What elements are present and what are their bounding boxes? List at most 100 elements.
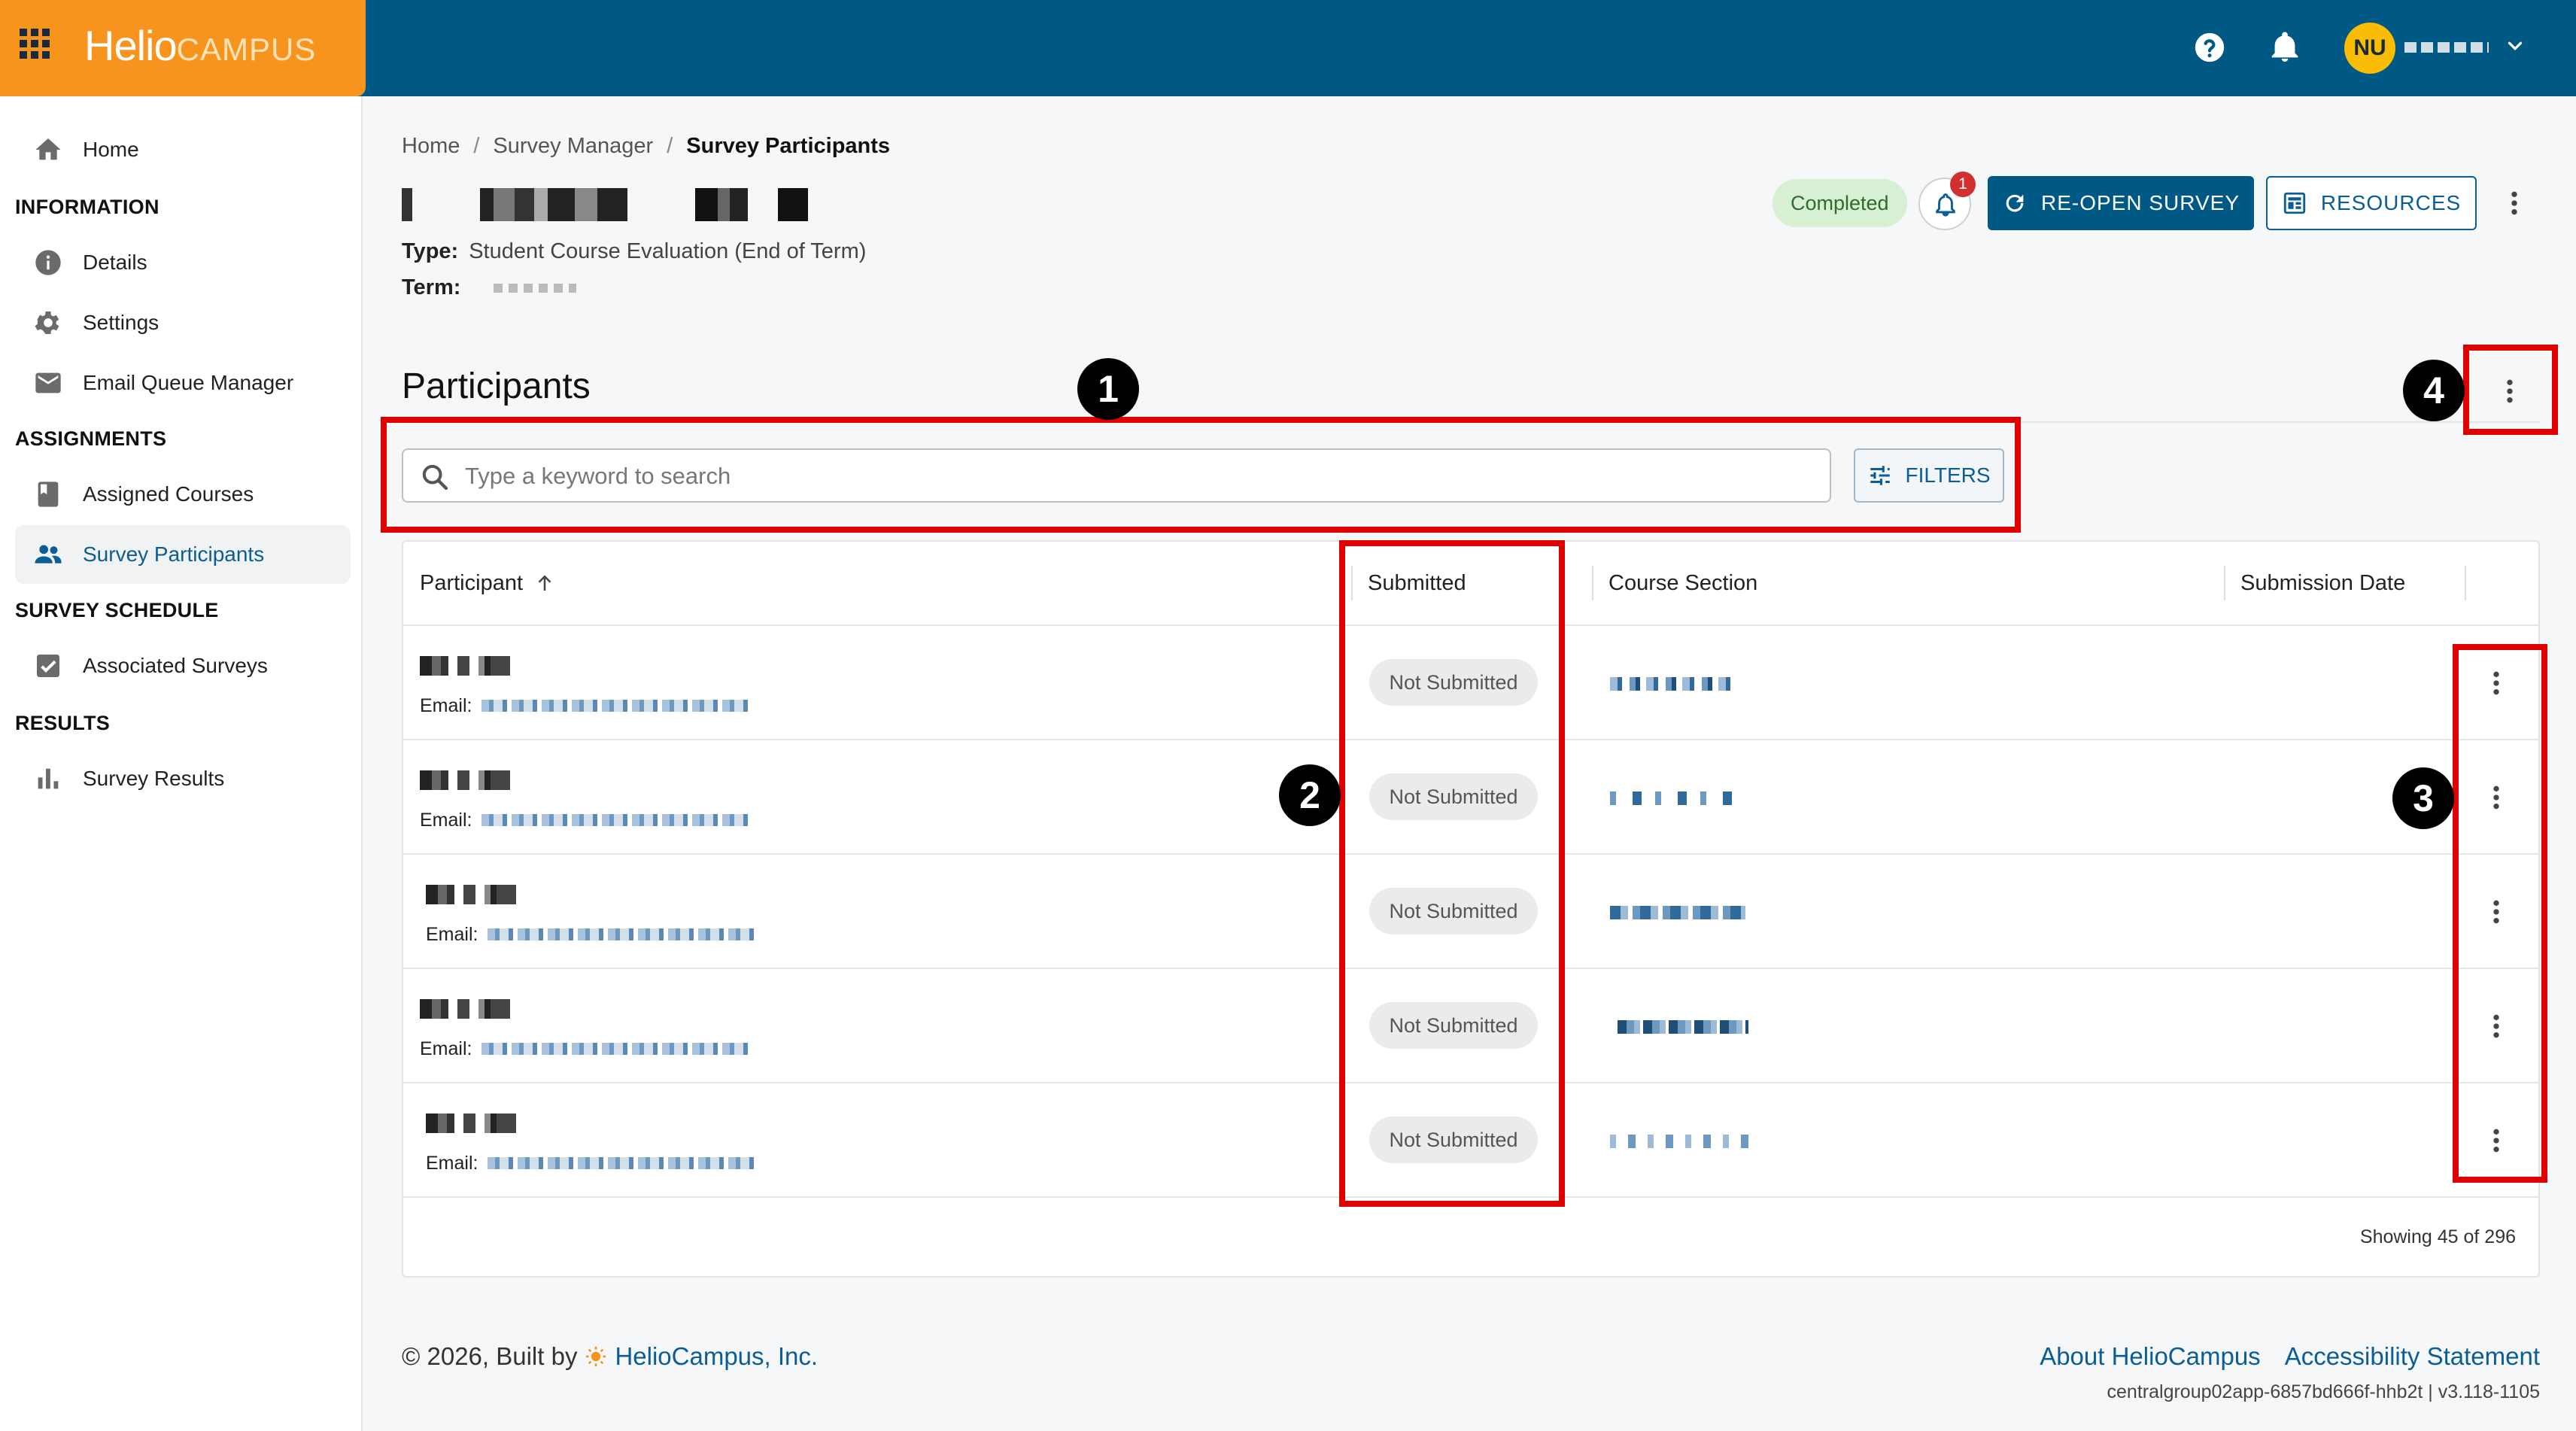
column-header-label: Participant	[420, 570, 524, 595]
gear-icon	[35, 311, 59, 334]
annotation-marker-2: 2	[1279, 764, 1341, 826]
bell-icon[interactable]	[2268, 30, 2302, 65]
people-icon	[35, 545, 62, 564]
resources-button[interactable]: RESOURCES	[2266, 176, 2477, 230]
pagination-summary: Showing 45 of 296	[2359, 1226, 2516, 1247]
accessibility-link[interactable]: Accessibility Statement	[2285, 1342, 2540, 1371]
email-label: Email:	[426, 924, 478, 945]
sidebar-section-results: RESULTS	[15, 712, 111, 734]
course-section-redacted[interactable]	[1610, 677, 1738, 691]
survey-type-label: Type:	[402, 239, 459, 263]
participant-email-redacted[interactable]	[481, 1043, 749, 1055]
about-link[interactable]: About HelioCampus	[2040, 1342, 2261, 1371]
participant-name-redacted	[426, 885, 516, 904]
sidebar-item-associated-surveys[interactable]: Associated Surveys	[15, 637, 351, 695]
sidebar-item-settings[interactable]: Settings	[15, 293, 351, 352]
survey-title-redacted	[402, 188, 823, 221]
breadcrumb-current: Survey Participants	[686, 134, 891, 158]
sidebar-item-label: Email Queue Manager	[83, 371, 294, 394]
participant-email-redacted[interactable]	[488, 928, 755, 940]
annotation-box-search	[381, 417, 2021, 533]
sidebar-item-label: Home	[83, 138, 139, 161]
chevron-down-icon[interactable]	[2504, 35, 2526, 57]
sidebar-section-survey-schedule: SURVEY SCHEDULE	[15, 599, 219, 621]
sidebar-item-label: Assigned Courses	[83, 482, 254, 506]
status-badge: Completed	[1773, 179, 1907, 227]
annotation-box-row-actions	[2453, 644, 2547, 1183]
annotation-box-submitted	[1339, 540, 1565, 1207]
email-label: Email:	[420, 695, 472, 716]
participant-name-redacted	[420, 770, 510, 790]
email-label: Email:	[426, 1153, 478, 1174]
sidebar-item-label: Survey Participants	[83, 542, 265, 566]
bar-chart-icon	[38, 768, 59, 789]
sidebar-item-email-queue-manager[interactable]: Email Queue Manager	[15, 354, 351, 412]
brand-logo[interactable]: HelioCAMPUS	[84, 21, 316, 70]
breadcrumb: Home / Survey Manager / Survey Participa…	[402, 134, 890, 159]
participant-email-redacted[interactable]	[481, 814, 749, 826]
footer-copyright: © 2026, Built by HelioCampus, Inc.	[402, 1342, 818, 1371]
copyright-text: © 2026, Built by	[402, 1342, 578, 1370]
brand-area: HelioCAMPUS	[0, 0, 366, 96]
mail-icon	[35, 372, 61, 393]
survey-type-value: Student Course Evaluation (End of Term)	[469, 239, 867, 263]
course-section-redacted[interactable]	[1610, 906, 1745, 919]
sidebar-item-assigned-courses[interactable]: Assigned Courses	[15, 465, 351, 524]
breadcrumb-survey-manager[interactable]: Survey Manager	[493, 134, 653, 159]
sidebar-item-label: Associated Surveys	[83, 654, 268, 677]
survey-term: Term:	[402, 275, 577, 300]
footer-links: About HelioCampus Accessibility Statemen…	[2040, 1342, 2540, 1371]
reopen-survey-button[interactable]: RE-OPEN SURVEY	[1988, 176, 2254, 230]
column-header-submission-date[interactable]: Submission Date	[2240, 542, 2405, 624]
annotation-marker-4: 4	[2403, 360, 2465, 421]
survey-type: Type: Student Course Evaluation (End of T…	[402, 239, 866, 264]
sidebar-item-survey-results[interactable]: Survey Results	[15, 749, 351, 808]
resources-label: RESOURCES	[2320, 191, 2462, 214]
participant-name-redacted	[426, 1114, 516, 1133]
resources-icon	[2283, 192, 2305, 214]
column-header-label: Submission Date	[2240, 570, 2406, 595]
column-header-label: Course Section	[1608, 570, 1758, 595]
column-header-participant[interactable]: Participant	[420, 542, 556, 624]
sidebar-item-details[interactable]: Details	[15, 233, 351, 292]
breadcrumb-separator: /	[667, 134, 673, 158]
user-name-redacted[interactable]	[2404, 42, 2489, 53]
breadcrumb-home[interactable]: Home	[402, 134, 460, 159]
column-divider	[2224, 566, 2225, 600]
column-header-course-section[interactable]: Course Section	[1608, 542, 1757, 624]
bell-icon	[1936, 193, 1955, 217]
course-section-redacted[interactable]	[1610, 791, 1742, 805]
participant-email-redacted[interactable]	[481, 700, 749, 712]
column-divider	[1592, 566, 1593, 600]
sidebar-item-survey-participants[interactable]: Survey Participants	[15, 525, 351, 584]
annotation-marker-3: 3	[2392, 767, 2454, 829]
sidebar-item-label: Survey Results	[83, 767, 225, 790]
company-link[interactable]: HelioCampus, Inc.	[615, 1342, 818, 1371]
sidebar-section-assignments: ASSIGNMENTS	[15, 427, 167, 450]
notification-count-badge: 1	[1950, 172, 1976, 197]
annotation-box-section-menu	[2463, 345, 2558, 435]
sun-icon	[586, 1346, 606, 1367]
info-icon	[35, 250, 61, 275]
avatar[interactable]: NU	[2344, 23, 2395, 74]
email-label: Email:	[420, 1038, 472, 1059]
participant-email-redacted[interactable]	[488, 1157, 755, 1169]
build-info: centralgroup02app-6857bd666f-hhb2t | v3.…	[2107, 1381, 2540, 1402]
top-bar: HelioCAMPUS NU	[0, 0, 2576, 96]
book-icon	[38, 482, 59, 507]
help-icon[interactable]	[2192, 30, 2227, 65]
participant-name-redacted	[420, 999, 510, 1019]
course-section-redacted[interactable]	[1618, 1020, 1748, 1034]
arrow-up-icon	[538, 575, 551, 591]
survey-term-redacted	[494, 284, 577, 293]
sidebar-item-home[interactable]: Home	[15, 120, 351, 179]
survey-term-label: Term:	[402, 275, 461, 299]
annotation-marker-1: 1	[1077, 358, 1139, 420]
home-icon	[35, 138, 61, 160]
course-section-redacted[interactable]	[1610, 1135, 1748, 1148]
kebab-icon[interactable]	[2499, 188, 2529, 218]
sidebar: Home INFORMATION Details Settings Email …	[0, 96, 363, 1431]
page-title: Participants	[402, 366, 591, 406]
apps-grid-icon[interactable]	[20, 29, 50, 59]
sidebar-item-label: Details	[83, 251, 147, 274]
